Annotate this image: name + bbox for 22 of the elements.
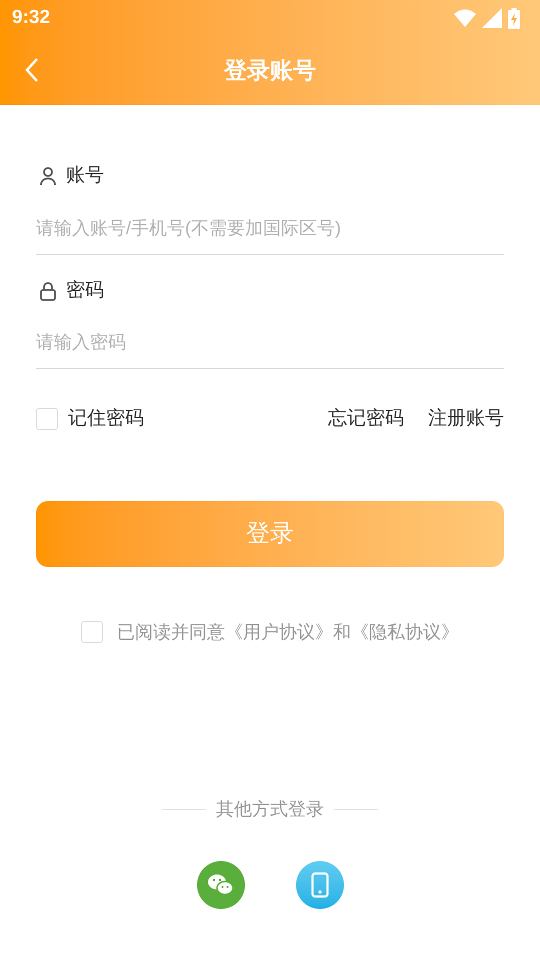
field-label: 账号: [66, 164, 104, 188]
text-link[interactable]: 注册账号: [428, 405, 504, 434]
signal-icon: [482, 8, 502, 28]
agreement-text: 已阅读并同意《用户协议》和《隐私协议》: [117, 620, 459, 644]
other-login-title: 其他方式登录: [216, 798, 324, 821]
agreement-checkbox[interactable]: [81, 621, 103, 643]
chat-bubbles-icon: [206, 873, 234, 897]
battery-icon: [508, 8, 520, 28]
phone-login-button[interactable]: [296, 861, 344, 909]
person-icon: [39, 166, 57, 186]
account-field[interactable]: 请输入账号/手机号(不需要加国际区号): [36, 202, 504, 254]
status-time: 9:32: [12, 6, 50, 30]
lock-icon: [39, 280, 57, 301]
remember-label: 记住密码: [68, 407, 144, 431]
page-title: 登录账号: [224, 56, 316, 86]
wifi-icon: [454, 9, 476, 27]
phone-icon: [310, 872, 328, 898]
wechat-login-button[interactable]: [196, 861, 244, 909]
field-label: 密码: [66, 278, 104, 302]
remember-checkbox[interactable]: [36, 408, 58, 430]
text-link[interactable]: 忘记密码: [328, 405, 404, 434]
password-field[interactable]: 请输入密码: [36, 317, 504, 369]
